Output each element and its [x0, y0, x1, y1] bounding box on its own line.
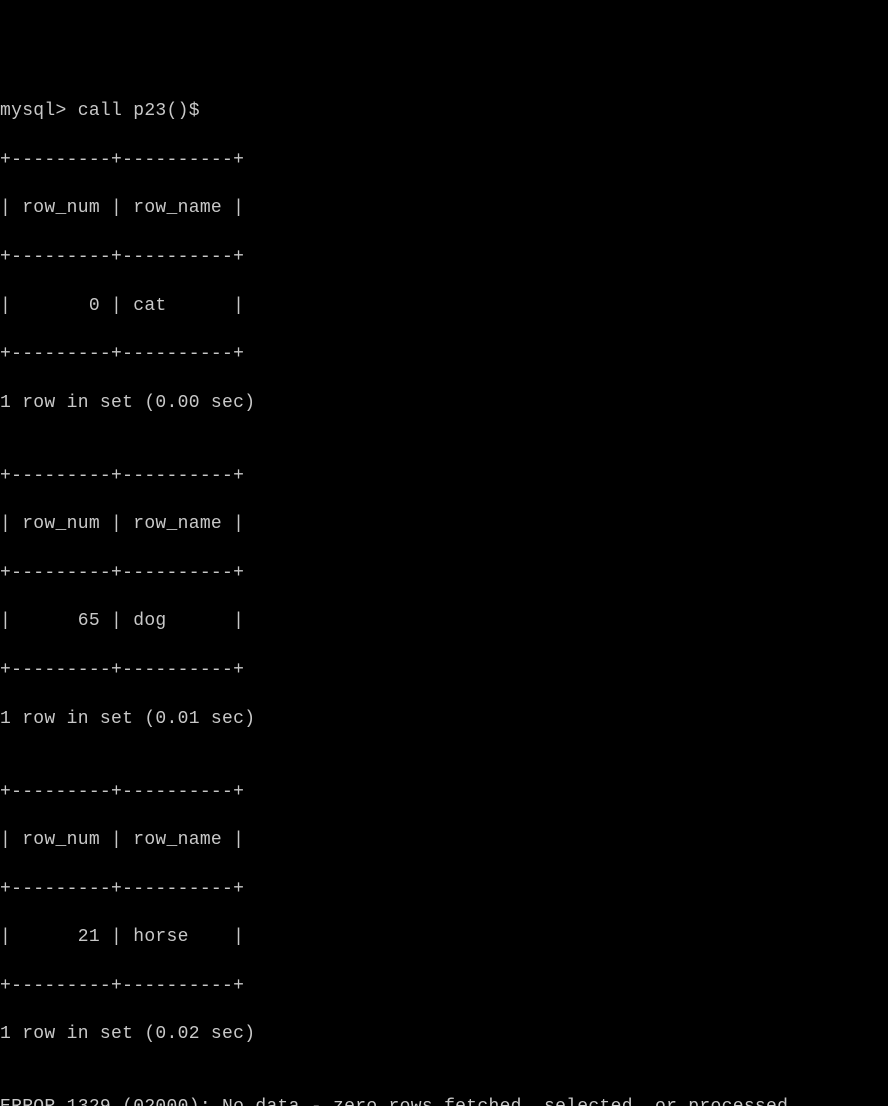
error-message: ERROR 1329 (02000): No data - zero rows …: [0, 1095, 888, 1106]
table-border: +---------+----------+: [0, 877, 888, 901]
table-row: | 21 | horse |: [0, 925, 888, 949]
table-border: +---------+----------+: [0, 974, 888, 998]
table-header: | row_num | row_name |: [0, 196, 888, 220]
table-row: | 65 | dog |: [0, 609, 888, 633]
table-border: +---------+----------+: [0, 780, 888, 804]
table-border: +---------+----------+: [0, 245, 888, 269]
table-header: | row_num | row_name |: [0, 828, 888, 852]
table-header: | row_num | row_name |: [0, 512, 888, 536]
table-row: | 0 | cat |: [0, 294, 888, 318]
table-border: +---------+----------+: [0, 342, 888, 366]
table-border: +---------+----------+: [0, 658, 888, 682]
table-border: +---------+----------+: [0, 464, 888, 488]
result-status: 1 row in set (0.00 sec): [0, 391, 888, 415]
result-status: 1 row in set (0.02 sec): [0, 1022, 888, 1046]
result-status: 1 row in set (0.01 sec): [0, 707, 888, 731]
table-border: +---------+----------+: [0, 561, 888, 585]
mysql-prompt[interactable]: mysql> call p23()$: [0, 99, 888, 123]
table-border: +---------+----------+: [0, 148, 888, 172]
